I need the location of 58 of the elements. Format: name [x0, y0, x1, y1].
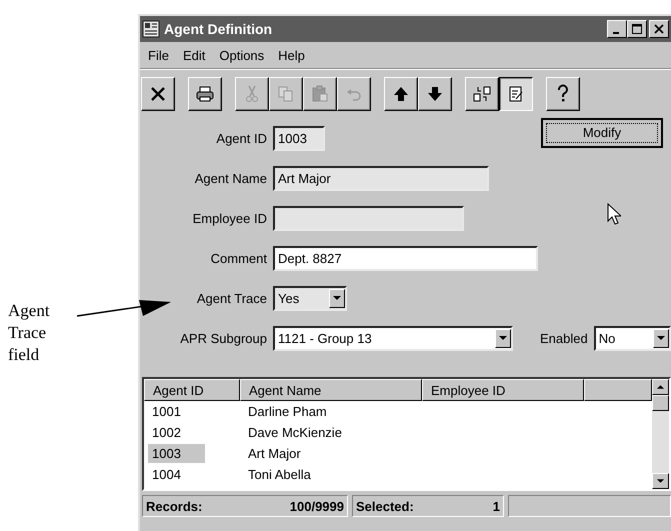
status-label: Records: — [146, 498, 202, 514]
column-header[interactable]: Employee ID — [422, 379, 584, 401]
scroll-down-button[interactable] — [652, 473, 669, 489]
field-label: Agent ID — [215, 131, 267, 146]
table-cell-text: Toni Abella — [247, 467, 312, 482]
caret-icon — [333, 296, 341, 301]
mouse-pointer-icon — [607, 203, 621, 225]
table-cell-text: Dave McKienzie — [247, 425, 343, 440]
menu-item[interactable]: Options — [219, 48, 264, 63]
dropdown-field[interactable]: 1121 - Group 13 — [273, 326, 513, 351]
table-cell[interactable]: 1002 — [148, 423, 205, 442]
printer-icon — [195, 84, 215, 104]
table-cell[interactable]: 1003 — [148, 444, 205, 463]
column-header[interactable] — [584, 379, 652, 401]
callout-label: Agent Trace field — [8, 300, 51, 366]
caret-icon — [656, 336, 665, 341]
field-label: Employee ID — [192, 211, 267, 226]
input-field[interactable]: Dept. 8827 — [273, 246, 538, 271]
column-header[interactable]: Agent ID — [144, 379, 240, 401]
minimize-button[interactable] — [607, 20, 627, 38]
input-field[interactable] — [273, 206, 464, 231]
input-field[interactable]: 1003 — [273, 126, 325, 151]
window-title: Agent Definition — [164, 21, 274, 37]
status-value: 100/9999 — [290, 498, 344, 514]
menu-item[interactable]: File — [148, 48, 169, 63]
field-label: Comment — [210, 251, 267, 266]
maximize-icon — [631, 24, 643, 34]
table-cell-text: Art Major — [247, 446, 302, 461]
status-label: Selected: — [356, 498, 414, 514]
minimize-icon — [612, 32, 618, 34]
toolbar-button[interactable] — [499, 77, 533, 111]
close-icon — [653, 24, 665, 34]
table-cell-text: Darline Pham — [247, 404, 328, 419]
input-field[interactable]: Art Major — [273, 166, 489, 191]
field-label: Enabled — [540, 331, 588, 346]
field-label: Agent Name — [194, 171, 267, 186]
up-triangle-icon — [656, 384, 665, 390]
modify-button[interactable]: Modify — [541, 118, 663, 148]
menu-item[interactable]: Edit — [182, 48, 206, 63]
status-value: 1 — [492, 498, 500, 514]
dropdown-field[interactable]: Yes — [273, 286, 347, 311]
caret-icon — [499, 336, 507, 341]
menu-item[interactable]: Help — [278, 48, 305, 63]
scroll-thumb[interactable] — [652, 395, 669, 411]
column-header[interactable]: Agent Name — [240, 379, 422, 401]
maximize-button[interactable] — [627, 20, 647, 38]
field-label: APR Subgroup — [179, 331, 267, 346]
table-cell[interactable]: 1001 — [148, 402, 205, 421]
field-label: Agent Trace — [196, 291, 267, 306]
documents-icon — [472, 84, 492, 104]
table-cell[interactable]: 1004 — [148, 465, 205, 484]
close-button[interactable] — [649, 20, 669, 38]
paste-icon — [310, 84, 330, 104]
vertical-scrollbar[interactable] — [652, 379, 669, 489]
down-triangle-icon — [656, 478, 665, 484]
dropdown-field[interactable]: No — [594, 326, 671, 351]
app-icon — [142, 20, 160, 38]
scroll-up-button[interactable] — [652, 379, 669, 395]
